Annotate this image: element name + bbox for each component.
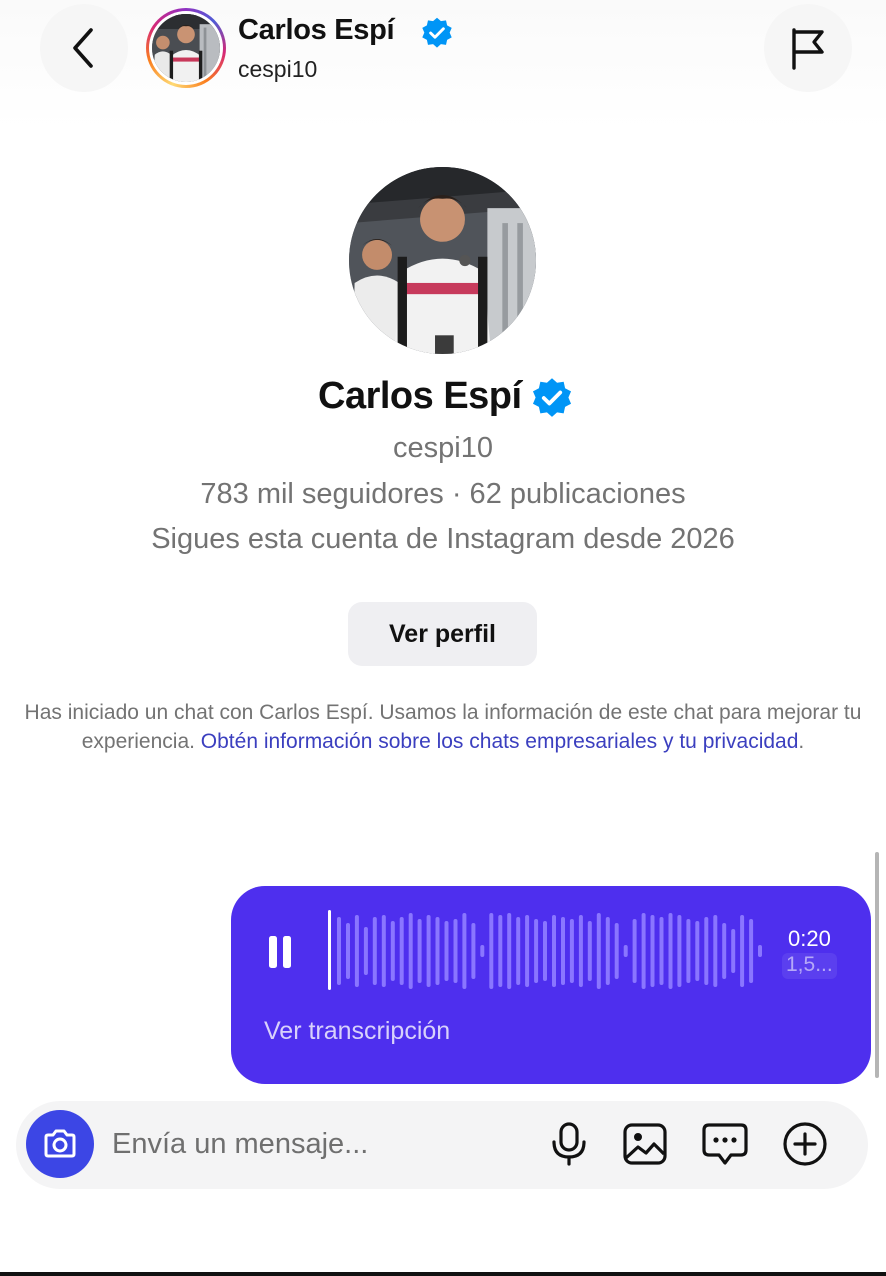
back-button[interactable] xyxy=(40,4,128,92)
waveform-bar xyxy=(596,913,601,989)
pause-icon[interactable] xyxy=(268,935,292,969)
waveform-bar xyxy=(713,915,718,987)
waveform-bar xyxy=(462,913,467,989)
waveform-bar xyxy=(659,917,664,985)
waveform-bar xyxy=(489,913,494,989)
waveform-bar xyxy=(498,915,503,987)
waveform-bar xyxy=(561,917,565,985)
profile-username: cespi10 xyxy=(393,432,493,464)
waveform-bar xyxy=(677,915,682,987)
view-profile-button[interactable]: Ver perfil xyxy=(348,602,537,666)
flag-icon xyxy=(792,28,824,70)
profile-name: Carlos Espí xyxy=(318,375,522,417)
camera-icon xyxy=(44,1129,76,1158)
profile-avatar-photo xyxy=(349,167,536,354)
waveform-bar xyxy=(749,919,754,983)
waveform-bar xyxy=(650,915,655,987)
playback-position[interactable] xyxy=(328,910,331,990)
waveform-bar xyxy=(605,917,610,985)
camera-button[interactable] xyxy=(26,1110,94,1178)
business-chat-notice: Has iniciado un chat con Carlos Espí. Us… xyxy=(20,698,866,756)
verified-badge-icon xyxy=(422,17,452,48)
waveform-bar xyxy=(471,923,476,979)
voice-duration: 0:20 xyxy=(788,926,831,951)
waveform-bar xyxy=(569,919,574,983)
avatar-photo xyxy=(152,14,220,82)
waveform-bar xyxy=(704,917,709,985)
follow-since-text: Sigues esta cuenta de Instagram desde 20… xyxy=(151,523,735,555)
report-button[interactable] xyxy=(764,4,852,92)
waveform-bar xyxy=(516,917,521,985)
view-transcript-link[interactable]: Ver transcripción xyxy=(264,1017,450,1046)
waveform-bar xyxy=(346,923,350,979)
header-avatar[interactable] xyxy=(146,8,226,88)
waveform-bar xyxy=(722,923,727,979)
waveform-bar xyxy=(641,913,646,989)
waveform-bar xyxy=(758,945,762,957)
waveform-bar xyxy=(426,915,431,987)
waveform-bar xyxy=(525,915,530,987)
privacy-info-link[interactable]: Obtén información sobre los chats empres… xyxy=(201,730,799,753)
microphone-icon[interactable] xyxy=(545,1120,593,1168)
waveform-bar xyxy=(354,915,359,987)
waveform-bar xyxy=(731,929,736,973)
playback-speed[interactable]: 1,5... xyxy=(782,953,837,979)
waveform-bar xyxy=(363,927,368,975)
waveform-bar xyxy=(587,921,592,981)
waveform-bar xyxy=(552,915,556,987)
waveform-bar xyxy=(417,919,422,983)
waveform-bar xyxy=(686,919,691,983)
waveform-bar xyxy=(453,919,458,983)
waveform-bar xyxy=(534,919,539,983)
gallery-icon[interactable] xyxy=(621,1120,669,1168)
message-input[interactable] xyxy=(112,1120,532,1168)
back-arrow-icon xyxy=(73,28,93,68)
waveform-bar xyxy=(543,921,547,981)
waveform-bar xyxy=(695,921,700,981)
waveform-bar xyxy=(337,917,341,985)
header-name[interactable]: Carlos Espí xyxy=(238,14,395,47)
audio-waveform[interactable] xyxy=(336,908,766,994)
plus-icon[interactable] xyxy=(781,1120,829,1168)
waveform-bar xyxy=(668,913,673,989)
waveform-bar xyxy=(614,923,619,979)
waveform-bar xyxy=(480,945,485,957)
waveform-bar xyxy=(632,919,637,983)
profile-stats: 783 mil seguidores · 62 publicaciones xyxy=(200,478,686,510)
waveform-bar xyxy=(578,915,583,987)
profile-avatar[interactable] xyxy=(349,167,536,354)
verified-badge-icon xyxy=(532,378,572,417)
waveform-bar xyxy=(408,913,413,989)
waveform-bar xyxy=(399,917,404,985)
waveform-bar xyxy=(390,921,395,981)
waveform-bar xyxy=(372,917,377,985)
waveform-bar xyxy=(507,913,512,989)
sticker-icon[interactable] xyxy=(701,1120,749,1168)
waveform-bar xyxy=(623,945,628,957)
header-username: cespi10 xyxy=(238,56,318,82)
waveform-bar xyxy=(381,915,386,987)
home-indicator-edge xyxy=(0,1272,886,1276)
waveform-bar xyxy=(740,915,745,987)
waveform-bar xyxy=(444,921,449,981)
notice-end: . xyxy=(798,730,805,753)
scrollbar[interactable] xyxy=(875,852,879,1078)
waveform-bar xyxy=(435,917,440,985)
